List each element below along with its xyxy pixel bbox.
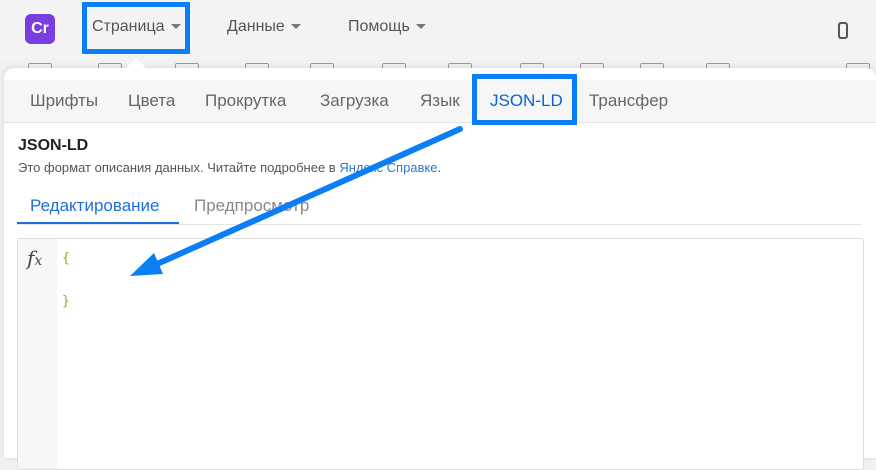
arrow-icon: [130, 126, 463, 276]
